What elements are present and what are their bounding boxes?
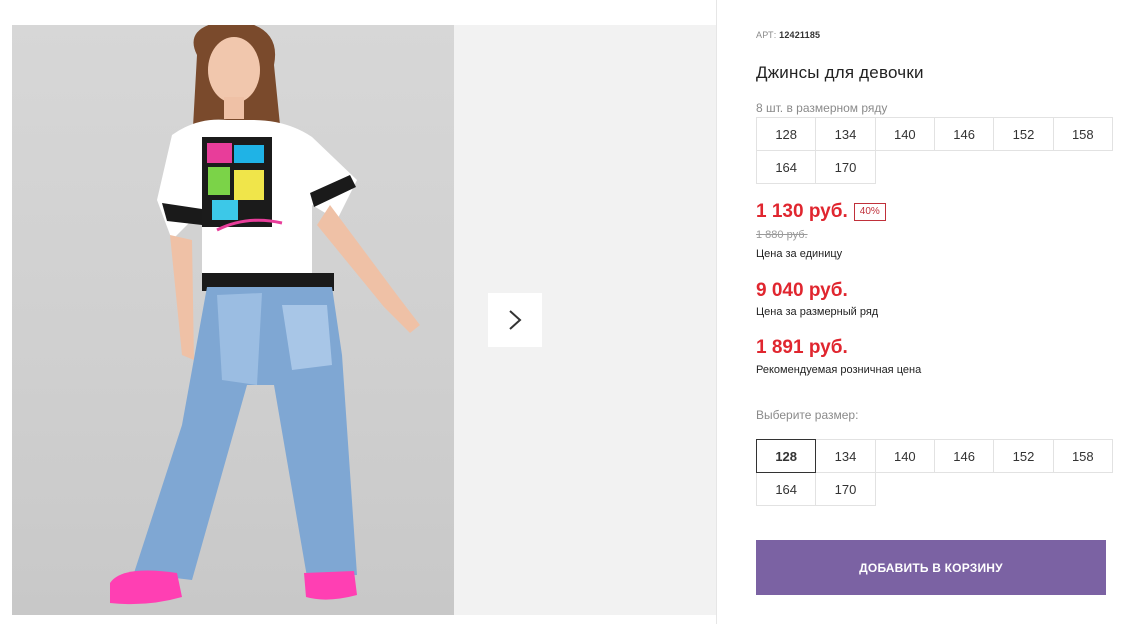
pack-note: 8 шт. в размерном ряду [756,101,888,115]
article-value: 12421185 [779,30,821,40]
size-option[interactable]: 164 [756,472,817,506]
add-to-cart-button[interactable]: ДОБАВИТЬ В КОРЗИНУ [756,540,1106,595]
size-option[interactable]: 158 [1052,439,1113,473]
retail-price-label: Рекомендуемая розничная цена [756,364,922,376]
size-option[interactable]: 170 [815,472,876,506]
size-selector: 128 134 140 146 152 158 164 170 [756,439,1113,506]
panel-divider [716,0,717,624]
article-number: АРТ: 12421185 [756,30,820,40]
choose-size-label: Выберите размер: [756,408,859,422]
pack-price: 9 040 руб. [756,280,848,301]
size-option[interactable]: 140 [874,439,935,473]
pack-size-grid: 128 134 140 146 152 158 164 170 [756,117,1113,184]
size-option[interactable]: 146 [933,439,995,473]
chevron-right-icon [509,310,522,330]
size-option[interactable]: 152 [993,439,1054,473]
unit-price: 1 130 руб. [756,201,848,222]
product-title: Джинсы для девочки [756,63,924,82]
pack-size-cell: 170 [815,150,876,184]
product-photo[interactable] [12,25,454,615]
article-label: АРТ: [756,30,777,40]
next-image-button[interactable] [488,293,542,347]
old-price: 1 880 руб. [756,229,808,241]
pack-size-cell: 140 [874,117,935,151]
pack-price-label: Цена за размерный ряд [756,306,879,318]
pack-size-cell: 152 [993,117,1054,151]
discount-badge: 40% [853,203,886,221]
retail-price: 1 891 руб. [756,337,848,358]
size-option-selected[interactable]: 128 [756,439,817,473]
pack-size-cell: 146 [933,117,995,151]
size-option[interactable]: 134 [815,439,876,473]
product-gallery [12,25,716,615]
pack-size-cell: 134 [815,117,876,151]
pack-size-cell: 158 [1052,117,1113,151]
pack-size-cell: 128 [756,117,817,151]
unit-price-row: 1 130 руб. 40% [756,201,886,223]
pack-size-cell: 164 [756,150,817,184]
girl-in-jeans-image [110,25,420,605]
unit-price-label: Цена за единицу [756,248,843,260]
